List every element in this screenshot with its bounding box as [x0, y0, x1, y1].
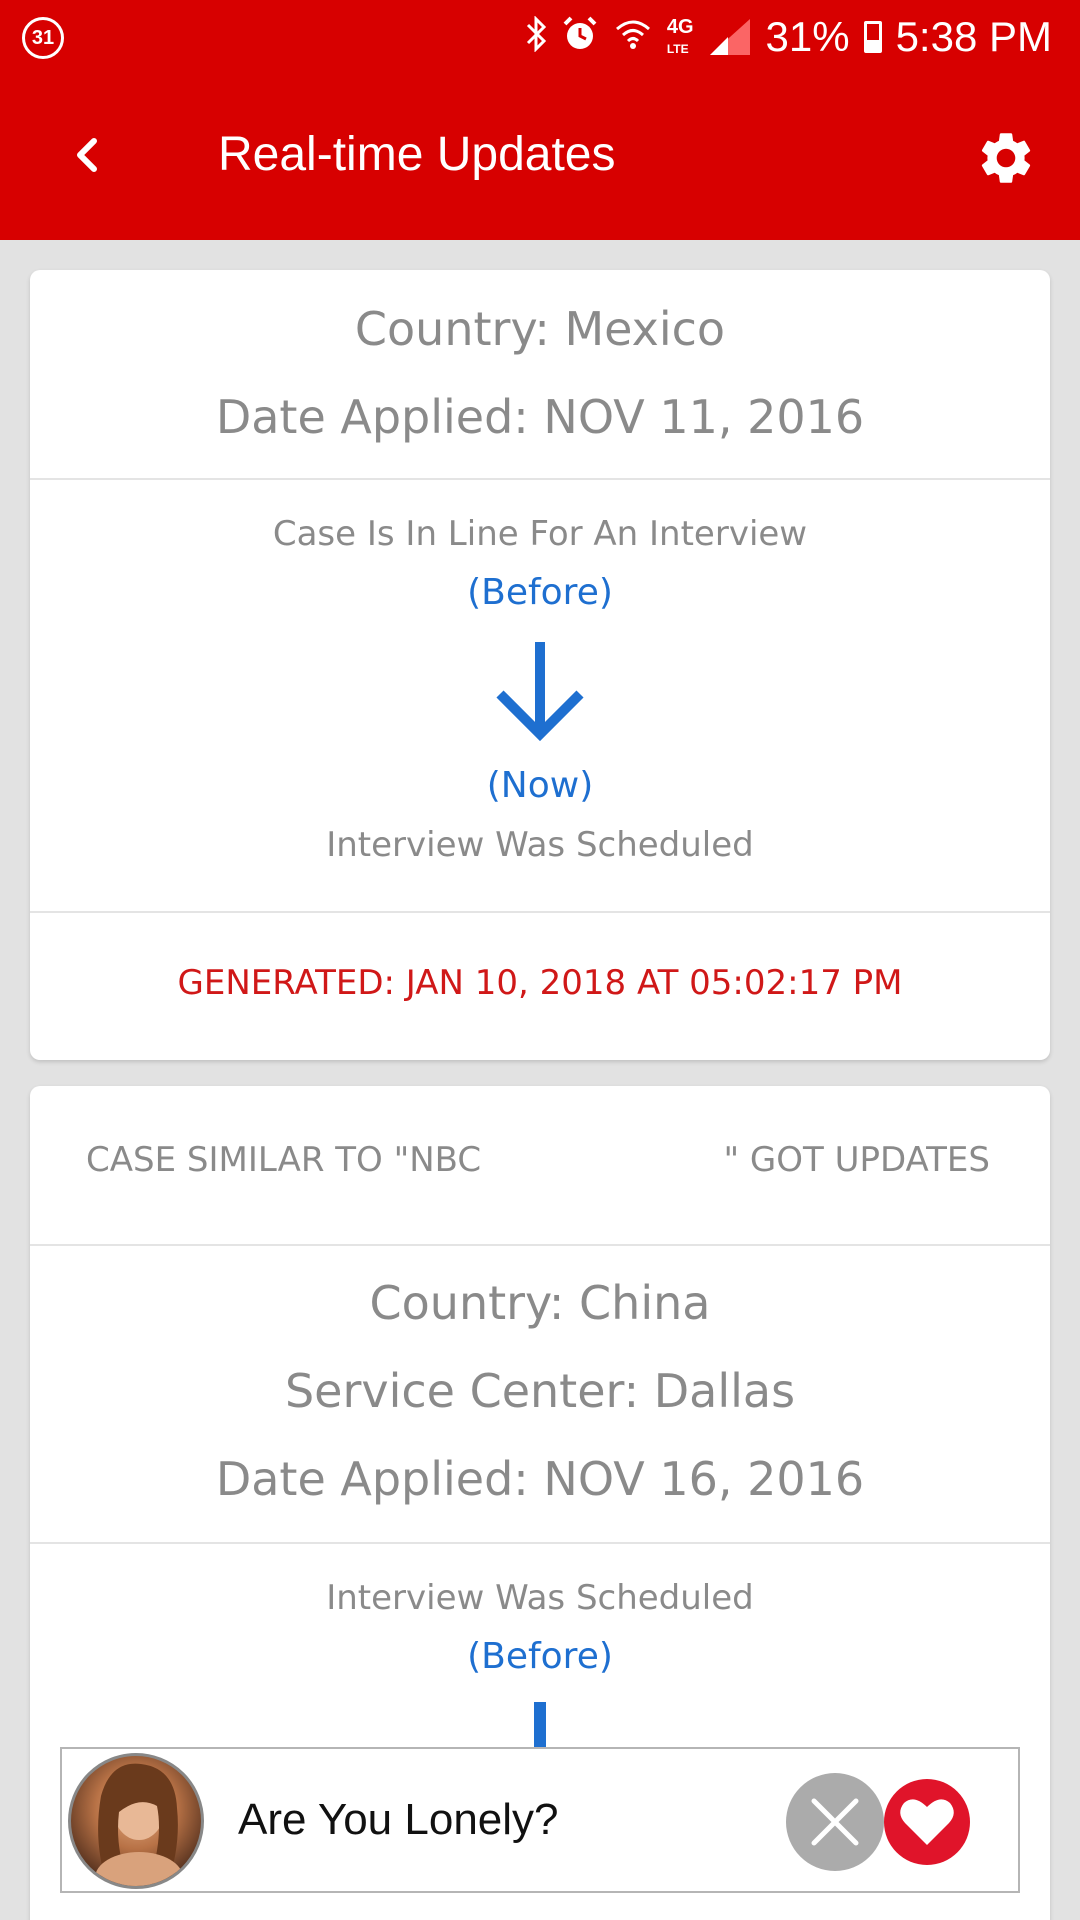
generated-timestamp: GENERATED: JAN 10, 2018 AT 05:02:17 PM [177, 963, 903, 1003]
close-icon [811, 1798, 859, 1846]
app-bar: Real-time Updates [0, 75, 1080, 240]
clock: 5:38 PM [895, 13, 1052, 60]
page-title: Real-time Updates [218, 128, 616, 181]
now-label: (Now) [486, 765, 594, 806]
settings-button[interactable] [975, 127, 1037, 189]
heart-icon [900, 1799, 954, 1845]
before-label: (Before) [467, 572, 613, 613]
case-info: Country: China Service Center: Dallas Da… [30, 1246, 1050, 1544]
got-updates-text: " GOT UPDATES [723, 1140, 990, 1180]
before-status-text: Interview Was Scheduled [326, 1578, 754, 1618]
alarm-icon [561, 15, 599, 59]
wifi-icon [613, 15, 653, 59]
date-applied-text: Date Applied: NOV 16, 2016 [215, 1452, 865, 1506]
bluetooth-icon [525, 15, 547, 58]
status-change: Case Is In Line For An Interview (Before… [30, 480, 1050, 913]
battery-icon [863, 21, 882, 53]
service-center-text: Service Center: Dallas [284, 1364, 796, 1418]
now-status-text: Interview Was Scheduled [326, 825, 754, 865]
ad-text: Are You Lonely? [238, 1795, 559, 1844]
chevron-left-icon [77, 138, 97, 172]
4g-lte-icon: 4G LTE [666, 16, 694, 56]
similar-case-header: CASE SIMILAR TO "NBC " GOT UPDATES [30, 1086, 1050, 1246]
ad-avatar [68, 1753, 204, 1889]
before-label: (Before) [467, 1636, 613, 1677]
country-text: Country: Mexico [354, 302, 726, 356]
status-bar: 31 4G LTE 31% 5:38 PM [0, 0, 1080, 75]
similar-case-text: CASE SIMILAR TO "NBC [86, 1140, 482, 1180]
battery-percent: 31% [765, 13, 850, 60]
calendar-icon: 31 [22, 17, 64, 59]
ad-like-button[interactable] [884, 1779, 970, 1865]
before-status-text: Case Is In Line For An Interview [272, 514, 808, 554]
update-card[interactable]: Country: Mexico Date Applied: NOV 11, 20… [30, 270, 1050, 1060]
case-info: Country: Mexico Date Applied: NOV 11, 20… [30, 270, 1050, 480]
arrow-down-icon [496, 642, 584, 742]
ad-close-button[interactable] [786, 1773, 884, 1871]
ad-banner[interactable]: Are You Lonely? [60, 1747, 1020, 1893]
back-button[interactable] [55, 120, 115, 190]
status-icons: 4G LTE 31% 5:38 PM [525, 12, 1052, 62]
date-applied-text: Date Applied: NOV 11, 2016 [215, 390, 865, 444]
calendar-badge: 31 [31, 26, 55, 49]
signal-icon [709, 19, 750, 55]
gear-icon [981, 133, 1031, 183]
country-text: Country: China [369, 1276, 711, 1330]
